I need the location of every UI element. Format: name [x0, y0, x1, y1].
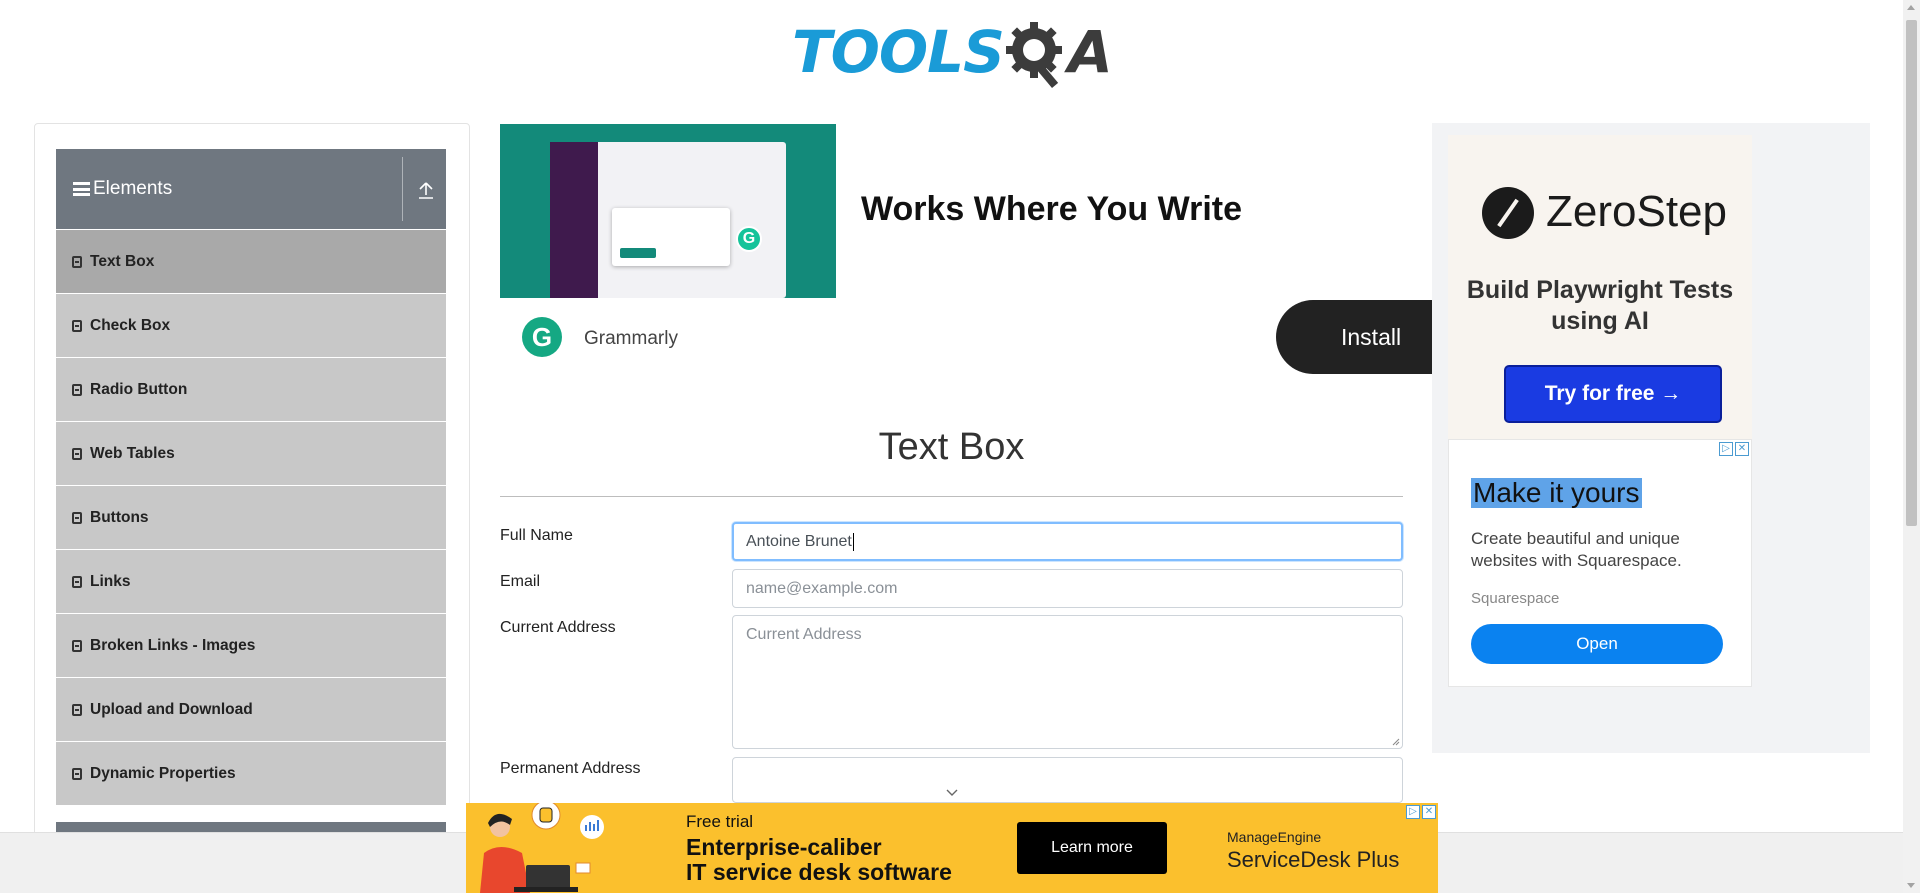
full-name-input[interactable]: Antoine Brunet	[732, 522, 1403, 561]
logo-text: TOOLS	[792, 18, 1005, 86]
sidebar-item-label: Text Box	[90, 252, 155, 270]
hamburger-icon	[73, 182, 90, 196]
gear-icon	[1005, 22, 1062, 88]
current-address-label: Current Address	[500, 619, 616, 636]
sidebar-item-label: Broken Links - Images	[90, 636, 256, 654]
current-address-textarea[interactable]: Current Address	[732, 615, 1403, 749]
ad-choices[interactable]: ▷ ✕	[1406, 805, 1436, 819]
full-name-value: Antoine Brunet	[746, 533, 852, 550]
upload-arrow-icon[interactable]	[418, 181, 434, 199]
manageengine-brand: ManageEngine	[1227, 829, 1322, 845]
logo-letter-a: A	[1067, 18, 1113, 86]
grammarly-ad[interactable]: G Works Where You Write G Grammarly Inst…	[500, 124, 1476, 374]
sidebar-item-check-box[interactable]: Check Box	[56, 294, 446, 357]
email-label: Email	[500, 573, 541, 590]
page: TOOLS A Elements Text Box Check Box Radi…	[0, 0, 1920, 893]
scroll-up-icon[interactable]	[1907, 5, 1915, 10]
item-icon	[72, 639, 82, 652]
email-input[interactable]: name@example.com	[732, 569, 1403, 608]
sidebar-item-links[interactable]: Links	[56, 550, 446, 613]
resize-grip-icon[interactable]	[1392, 738, 1400, 746]
current-address-placeholder: Current Address	[746, 626, 862, 643]
scroll-down-icon[interactable]	[1907, 883, 1915, 888]
ad-free-trial: Free trial	[686, 812, 754, 831]
item-icon	[72, 383, 82, 396]
person-at-laptop-illustration	[480, 803, 604, 893]
squarespace-title: Make it yours	[1471, 477, 1642, 508]
sidebar-item-label: Upload and Download	[90, 700, 253, 718]
toolsqa-logo[interactable]: TOOLS A	[792, 14, 1113, 90]
ad-choices[interactable]: ▷ ✕	[1719, 442, 1749, 456]
item-icon	[72, 575, 82, 588]
scrollbar-thumb[interactable]	[1906, 20, 1917, 526]
close-icon[interactable]: ✕	[1422, 805, 1436, 819]
close-icon[interactable]: ✕	[1735, 442, 1749, 456]
sidebar-item-buttons[interactable]: Buttons	[56, 486, 446, 549]
item-icon	[72, 447, 82, 460]
grammarly-badge-icon: G	[736, 226, 762, 252]
ad-brand: Grammarly	[584, 328, 678, 349]
grammarly-logo-icon: G	[522, 317, 562, 357]
ad-headline-line1: Enterprise-caliber	[686, 834, 882, 860]
ad-headline: Works Where You Write	[861, 190, 1243, 228]
sidebar-menu: Text Box Check Box Radio Button Web Tabl…	[56, 230, 446, 806]
ad-headline-line2: IT service desk software	[686, 859, 952, 885]
sidebar-item-radio-button[interactable]: Radio Button	[56, 358, 446, 421]
right-ad-panel: ZeroStep Build Playwright Tests using AI…	[1432, 123, 1870, 753]
zerostep-subtitle: Build Playwright Tests using AI	[1466, 276, 1734, 335]
permanent-address-textarea[interactable]	[732, 757, 1403, 803]
item-icon	[72, 703, 82, 716]
item-icon	[72, 511, 82, 524]
header-divider	[402, 157, 403, 221]
item-icon	[72, 767, 82, 780]
squarespace-ad[interactable]: ▷ ✕ Make it yours Create beautiful and u…	[1448, 439, 1752, 687]
vertical-scrollbar[interactable]	[1903, 0, 1920, 893]
sidebar: Elements Text Box Check Box Radio Button…	[34, 123, 470, 843]
sidebar-item-broken-links[interactable]: Broken Links - Images	[56, 614, 446, 677]
sidebar-item-dynamic-properties[interactable]: Dynamic Properties	[56, 742, 446, 805]
permanent-address-label: Permanent Address	[500, 760, 641, 777]
squarespace-brand: Squarespace	[1471, 590, 1560, 607]
ad-screenshot-image: G	[500, 124, 836, 298]
group-title: Elements	[93, 178, 173, 199]
ad-bottom-bar: G Grammarly Install	[500, 300, 1476, 374]
sidebar-item-web-tables[interactable]: Web Tables	[56, 422, 446, 485]
item-icon	[72, 255, 82, 268]
adchoices-icon[interactable]: ▷	[1406, 805, 1420, 819]
sidebar-item-label: Web Tables	[90, 444, 175, 462]
item-icon	[72, 319, 82, 332]
sidebar-item-label: Dynamic Properties	[90, 764, 236, 782]
sidebar-item-label: Check Box	[90, 316, 171, 334]
elements-group-header[interactable]: Elements	[56, 149, 446, 229]
sidebar-item-label: Buttons	[90, 508, 149, 526]
adchoices-icon[interactable]: ▷	[1719, 442, 1733, 456]
learn-more-button[interactable]: Learn more	[1017, 822, 1167, 874]
sidebar-item-text-box[interactable]: Text Box	[56, 230, 446, 293]
squarespace-description: Create beautiful and unique websites wit…	[1471, 529, 1682, 570]
sidebar-item-label: Links	[90, 572, 131, 590]
zerostep-name: ZeroStep	[1546, 187, 1727, 236]
servicedesk-brand: ServiceDesk Plus	[1227, 847, 1400, 872]
title-divider	[500, 496, 1403, 497]
page-title: Text Box	[878, 426, 1025, 468]
try-for-free-button[interactable]: Try for free →	[1504, 365, 1722, 423]
full-name-label: Full Name	[500, 527, 573, 544]
manageengine-ad[interactable]: Free trial Enterprise-caliber IT service…	[466, 803, 1438, 893]
chevron-down-icon	[946, 789, 958, 796]
text-caret	[852, 532, 854, 551]
sidebar-item-upload-download[interactable]: Upload and Download	[56, 678, 446, 741]
sidebar-item-label: Radio Button	[90, 380, 188, 398]
zerostep-logo-icon	[1482, 187, 1534, 239]
open-button[interactable]: Open	[1471, 624, 1723, 664]
